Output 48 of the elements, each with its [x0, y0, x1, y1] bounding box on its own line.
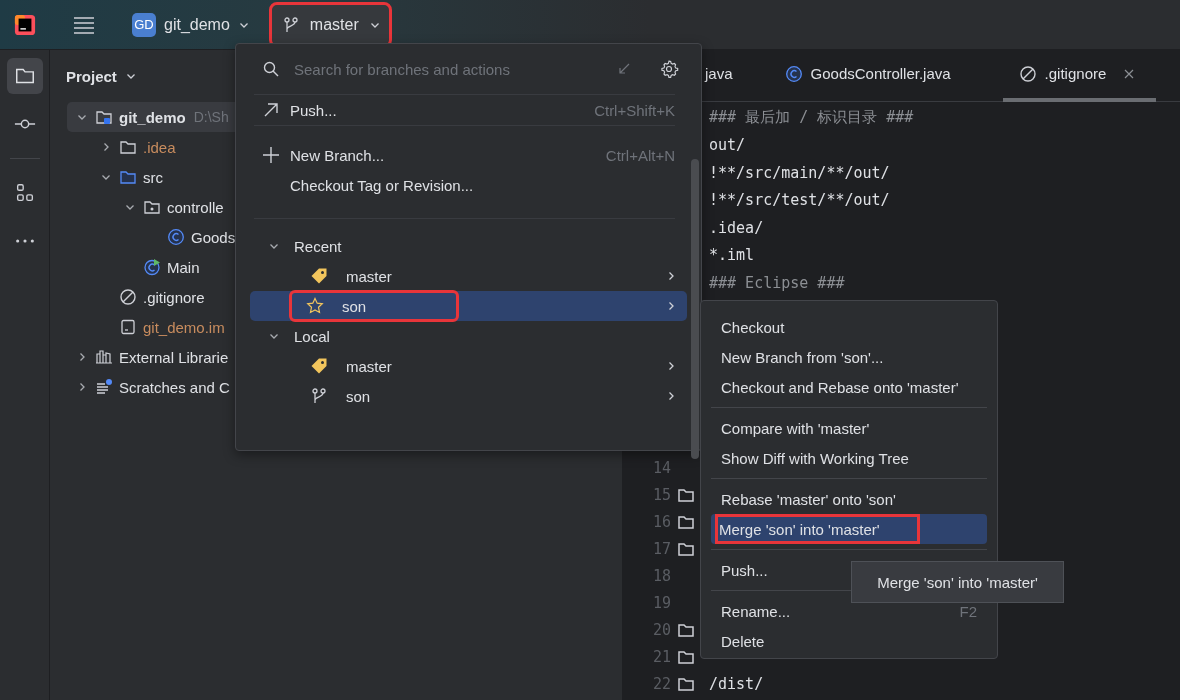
- line-number: 22: [652, 675, 671, 693]
- code-line: .idea/: [709, 218, 764, 237]
- tree-item-label: .idea: [143, 138, 176, 156]
- line-number: 17: [652, 540, 671, 558]
- menu-item-label: Compare with 'master': [721, 418, 870, 439]
- tree-item-label: Main: [167, 258, 200, 276]
- code-line: out/: [709, 136, 746, 155]
- code-line: !**/src/main/**/out/: [709, 163, 890, 182]
- tree-item-label: Goods: [191, 228, 236, 246]
- menu-item-label: Checkout and Rebase onto 'master': [721, 377, 959, 398]
- branch-name: master: [309, 15, 359, 34]
- menu-item-label: New Branch from 'son'...: [721, 347, 884, 368]
- tree-item-label: controlle: [167, 198, 224, 216]
- line-number: 20: [652, 621, 671, 639]
- code-line: /dist/: [709, 675, 764, 693]
- tree-item-label: .gitignore: [143, 288, 205, 306]
- branch-name: master: [310, 263, 392, 289]
- shortcut-label: F2: [959, 602, 977, 620]
- tooltip: Merge 'son' into 'master': [851, 561, 1064, 603]
- tree-item-label: git_demo.im: [143, 318, 225, 336]
- line-number: 14: [652, 459, 671, 477]
- code-line: !**/src/test/**/out/: [709, 191, 890, 210]
- project-badge: GD: [132, 12, 156, 37]
- tree-item-label: src: [143, 168, 163, 186]
- tree-item-label: Scratches and C: [119, 378, 230, 396]
- menu-item-label: Checkout: [721, 317, 785, 338]
- code-line: *.iml: [709, 246, 755, 265]
- menu-item-label: Delete: [721, 631, 765, 652]
- line-number: 21: [652, 648, 671, 666]
- branch-name: son: [310, 383, 371, 409]
- branch-name: son: [292, 293, 457, 319]
- line-number: 19: [652, 594, 671, 612]
- menu-item-label: Show Diff with Working Tree: [721, 448, 909, 469]
- tree-item-label: git_demo: [119, 108, 186, 126]
- shortcut-label: Ctrl+Alt+N: [605, 146, 675, 164]
- branch-name: master: [310, 353, 392, 379]
- project-name: git_demo: [164, 15, 230, 34]
- shortcut-label: Ctrl+Shift+K: [594, 101, 675, 119]
- code-line: ### 最后加 / 标识目录 ###: [709, 108, 914, 128]
- menu-item-label: Rebase 'master' onto 'son': [721, 489, 896, 510]
- line-number: 15: [652, 486, 671, 504]
- line-number: 18: [652, 567, 671, 585]
- menu-item-label: Rename...: [721, 601, 791, 622]
- menu-item-label: Merge 'son' into 'master': [715, 514, 920, 544]
- line-number: 16: [652, 513, 671, 531]
- code-line: ### Eclipse ###: [709, 273, 845, 292]
- tree-item-label: External Librarie: [119, 348, 229, 366]
- path-hint: D:\Sh: [193, 109, 229, 125]
